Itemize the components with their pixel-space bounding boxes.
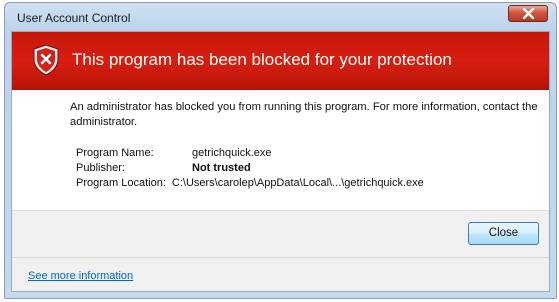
blocked-message: An administrator has blocked you from ru… bbox=[70, 101, 538, 128]
dialog-body: An administrator has blocked you from ru… bbox=[12, 90, 549, 210]
shield-error-icon bbox=[33, 44, 59, 76]
program-location-value: C:\Users\carolep\AppData\Local\...\getri… bbox=[171, 177, 424, 189]
program-name-row: Program Name: getrichquick.exe bbox=[76, 146, 424, 161]
banner-heading: This program has been blocked for your p… bbox=[72, 50, 452, 69]
dialog-footer: Close See more information bbox=[12, 210, 549, 291]
blocked-banner: This program has been blocked for your p… bbox=[12, 32, 549, 90]
footer-divider bbox=[12, 257, 549, 258]
program-location-label: Program Location: bbox=[76, 177, 166, 189]
see-more-information-link[interactable]: See more information bbox=[28, 270, 133, 282]
window-title: User Account Control bbox=[17, 11, 131, 25]
title-bar: User Account Control bbox=[5, 3, 556, 33]
dialog-client-area: This program has been blocked for your p… bbox=[11, 31, 550, 292]
publisher-value: Not trusted bbox=[192, 162, 251, 174]
program-location-row: Program Location: C:\Users\carolep\AppDat… bbox=[76, 176, 424, 191]
close-icon bbox=[522, 8, 535, 19]
close-button[interactable]: Close bbox=[468, 222, 539, 245]
window-close-button[interactable] bbox=[508, 5, 548, 22]
program-name-value: getrichquick.exe bbox=[192, 147, 272, 159]
publisher-label: Publisher: bbox=[76, 162, 125, 174]
publisher-row: Publisher: Not trusted bbox=[76, 161, 424, 176]
program-name-label: Program Name: bbox=[76, 147, 154, 159]
program-details: Program Name: getrichquick.exe Publisher:… bbox=[76, 146, 424, 191]
uac-dialog-window: User Account Control This program has be… bbox=[4, 2, 557, 299]
